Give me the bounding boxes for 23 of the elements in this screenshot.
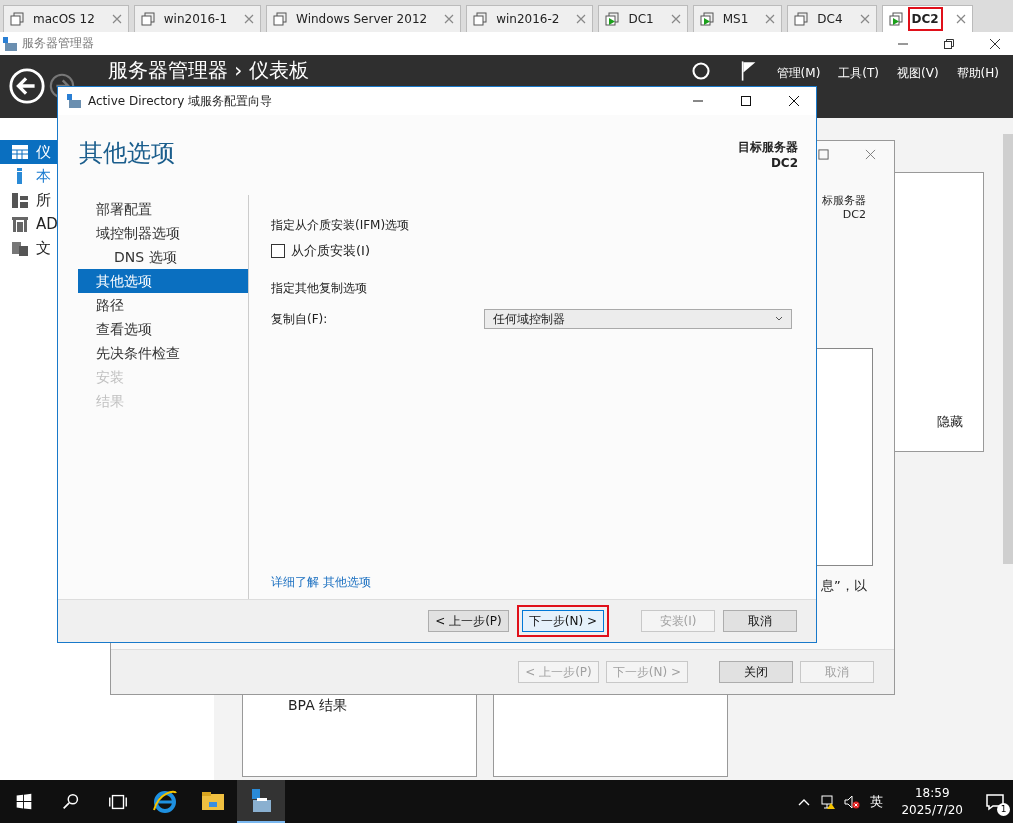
vm-tab-label: DC1 [627, 11, 655, 28]
field-label: 复制自(F): [271, 310, 328, 328]
description-text: 息”，以 [821, 577, 867, 595]
vm-tab-label: macOS 12 [32, 11, 96, 28]
notification-count: 1 [997, 802, 1010, 816]
vm-tab-label: win2016-2 [495, 11, 561, 28]
target-server-label: 目标服务器 [738, 139, 798, 156]
section-heading: 指定从介质安装(IFM)选项 [271, 217, 411, 234]
breadcrumb: 服务器管理器 › 仪表板 [108, 58, 309, 82]
window-title: Active Directory 域服务配置向导 [88, 92, 273, 110]
vm-tab-label: DC2 [907, 7, 943, 31]
vm-tab-label: Windows Server 2012 [295, 11, 429, 28]
page-heading: 其他选项 [79, 138, 175, 169]
vm-tab-label: win2016-1 [162, 11, 229, 28]
target-server-label: 标服务器 [822, 193, 866, 208]
section-heading: 指定其他复制选项 [271, 280, 368, 297]
target-server-name: DC2 [770, 156, 798, 170]
vm-tab-label: DC4 [816, 11, 844, 28]
checkbox-label: 从介质安装(I) [291, 242, 370, 260]
target-server-name: DC2 [842, 208, 866, 221]
window-title: 服务器管理器 [22, 35, 94, 52]
vm-tab-label: MS1 [721, 11, 750, 28]
tile-title: BPA 结果 [288, 697, 348, 715]
